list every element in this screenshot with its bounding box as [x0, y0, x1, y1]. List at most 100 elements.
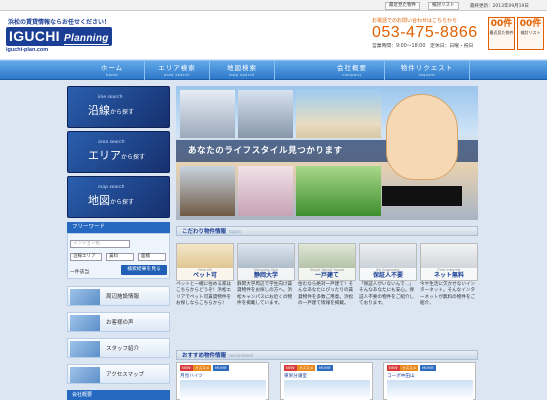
- freeword-heading: フリーワード: [67, 222, 170, 233]
- recent-count-label: 最近見た物件: [489, 30, 514, 35]
- card-description: 「保証人がいないんで…」そんなあなたにも安心。保証人不要の物件をご紹介しておりま…: [359, 282, 415, 306]
- property-photo: [387, 380, 473, 400]
- card-pets[interactable]: Pets OK ペット可: [176, 243, 234, 281]
- site-logo[interactable]: IGUCHI Planning: [6, 27, 112, 46]
- freeword-input[interactable]: マンション名: [70, 240, 130, 248]
- sidebar-item-label: お客様の声: [106, 320, 134, 326]
- recommend-item[interactable]: NEW オススメ MOVIE コーポ中田山: [383, 362, 476, 400]
- access-photo: [70, 367, 100, 383]
- recommend-badge: オススメ: [400, 365, 419, 371]
- property-name: 東栄分譲室: [284, 374, 307, 379]
- nav-sublabel: request: [418, 73, 436, 77]
- sidebar-item-label: 周辺施設情報: [106, 294, 140, 300]
- line-search-button[interactable]: line search 沿線から探す: [67, 86, 170, 128]
- card-label: 静岡大学: [253, 272, 278, 279]
- line-area-select[interactable]: 沿線エリア: [70, 253, 102, 261]
- movie-badge: MOVIE: [213, 365, 229, 371]
- card-free-internet[interactable]: Free Internet ネット無料: [420, 243, 478, 281]
- area-size-select[interactable]: 面積: [138, 253, 166, 261]
- phone-number[interactable]: 053-475-8866: [372, 24, 478, 42]
- card-house[interactable]: Single family house 一戸建て: [298, 243, 356, 281]
- nav-label: 地図検索: [227, 64, 257, 72]
- sidebar-item-access[interactable]: アクセスマップ: [67, 364, 170, 384]
- site-domain: iguchi-plan.com: [6, 47, 49, 53]
- card-description: 住むなら絶対一戸建て！そんなあなたにぴったりの賃貸物件を多数ご用意。浜松の一戸建…: [298, 282, 354, 306]
- movie-badge: MOVIE: [420, 365, 436, 371]
- map-search-label: 地図から探す: [88, 192, 134, 208]
- area-search-label-b: から探す: [121, 154, 146, 161]
- recommend-item[interactable]: NEW オススメ MOVIE 東栄分譲室: [280, 362, 373, 400]
- map-search-label-b: から探す: [110, 199, 135, 206]
- piano-keys-image: [382, 186, 462, 206]
- line-search-label: 沿線から探す: [88, 102, 134, 118]
- logo-sub: Planning: [64, 33, 109, 45]
- nav-company[interactable]: 会社概要 company: [320, 61, 385, 80]
- sidebar-item-staff[interactable]: スタッフ紹介: [67, 338, 170, 358]
- sidebar-item-label: アクセスマップ: [106, 372, 145, 378]
- recommend-heading: おすすめ物件情報 recommend: [176, 350, 478, 360]
- card-description: ペットと一緒に住める家はこちらからどうぞ！浜松エリアでペット可賃貸物件をお探しな…: [176, 282, 232, 306]
- recent-count-box[interactable]: 00件 最近見た物件: [488, 17, 515, 50]
- card-label: ネット無料: [433, 272, 464, 279]
- main-nav: ホーム home エリア検索 area search 地図検索 map search …: [0, 60, 547, 80]
- card-label: ペット可: [192, 272, 217, 279]
- top-utility-bar: [0, 0, 547, 11]
- company-heading[interactable]: 会社概要: [67, 390, 170, 400]
- hero-banner-image: あなたのライフスタイル見つかります: [176, 86, 478, 220]
- card-caption: Single family house 一戸建て: [299, 268, 355, 280]
- card-university[interactable]: Shizuoka Univ 静岡大学: [237, 243, 295, 281]
- mascot-character: [386, 94, 458, 180]
- card-description: 今や生活に欠かせないインターネット。そんなインターネットが無料の物件をご紹介。: [420, 282, 476, 306]
- nav-sublabel: area search: [163, 73, 191, 77]
- area-search-label: エリアから探す: [88, 147, 145, 163]
- recommend-sub: recommend: [229, 353, 254, 358]
- hit-count-label: 一件該当: [70, 270, 90, 275]
- movie-badge: MOVIE: [317, 365, 333, 371]
- kodawari-heading: こだわり物件情報 topics: [176, 226, 478, 236]
- area-search-button[interactable]: area search エリアから探す: [67, 131, 170, 173]
- property-photo: [284, 380, 370, 400]
- sidebar-item-voices[interactable]: お客様の声: [67, 312, 170, 332]
- nav-home[interactable]: ホーム home: [80, 61, 145, 80]
- business-hours: 営業時間：9:00～18:00 定休日：日曜・祝日: [372, 44, 474, 49]
- search-results-button[interactable]: 検索結果を見る: [121, 265, 167, 275]
- compare-count: 00件: [519, 19, 542, 29]
- property-name: コーポ中田山: [387, 374, 415, 379]
- recent-items-link[interactable]: 最近見た物件: [385, 2, 420, 10]
- card-caption: No Guarantor 保証人不要: [360, 268, 416, 280]
- new-badge: NEW: [284, 365, 297, 371]
- recommend-badge: オススメ: [193, 365, 212, 371]
- nav-request[interactable]: 物件リクエスト request: [385, 61, 470, 80]
- compare-list-link[interactable]: 検討リスト: [428, 2, 459, 10]
- area-search-sublabel: area search: [98, 140, 125, 145]
- line-search-label-a: 沿線: [88, 104, 110, 117]
- property-name: 月見ハイツ: [180, 374, 203, 379]
- logo-main: IGUCHI: [9, 28, 60, 44]
- voices-photo: [70, 315, 100, 331]
- contact-label: お電話でのお問い合わせはこちらから: [372, 18, 458, 24]
- recommend-item[interactable]: NEW オススメ MOVIE 月見ハイツ: [176, 362, 269, 400]
- compare-count-box[interactable]: 00件 検討リスト: [517, 17, 544, 50]
- recent-count: 00件: [490, 19, 513, 29]
- nav-area-search[interactable]: エリア検索 area search: [145, 61, 210, 80]
- building-photo: [180, 90, 235, 138]
- card-no-guarantor[interactable]: No Guarantor 保証人不要: [359, 243, 417, 281]
- recommend-title: おすすめ物件情報: [182, 353, 227, 359]
- price-select[interactable]: 賃料: [106, 253, 134, 261]
- card-caption: Shizuoka Univ 静岡大学: [238, 268, 294, 280]
- line-search-label-b: から探す: [110, 109, 135, 116]
- nav-label: 物件リクエスト: [400, 64, 454, 72]
- site-tagline: 浜松の賃貸情報ならお任せください！: [8, 19, 111, 26]
- map-search-label-a: 地図: [88, 194, 110, 207]
- kodawari-sub: topics: [229, 229, 241, 234]
- nav-map-search[interactable]: 地図検索 map search: [210, 61, 275, 80]
- map-search-button[interactable]: map search 地図から探す: [67, 176, 170, 218]
- card-label: 保証人不要: [372, 272, 403, 279]
- line-search-sublabel: line search: [98, 95, 123, 100]
- card-label: 一戸建て: [314, 272, 339, 279]
- sidebar-item-facilities[interactable]: 周辺施設情報: [67, 286, 170, 306]
- nav-label: ホーム: [100, 64, 124, 72]
- blossom-photo: [238, 166, 293, 216]
- card-caption: Free Internet ネット無料: [421, 268, 477, 280]
- castle-photo: [180, 166, 235, 216]
